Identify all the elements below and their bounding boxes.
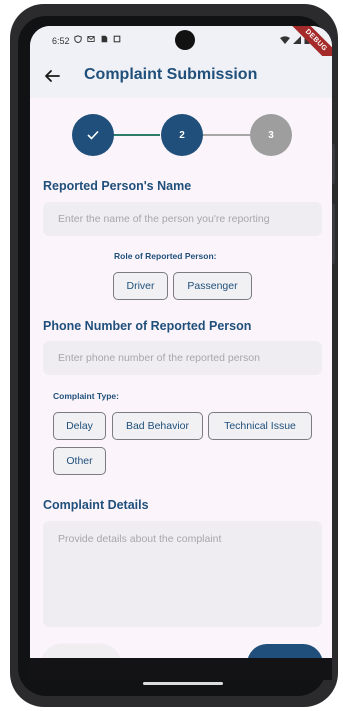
app-screen: 6:52 DEBUG Complaint Submission 2 3 Repo… (30, 26, 332, 673)
progress-stepper: 2 3 (30, 114, 332, 156)
phone-input[interactable]: Enter phone number of the reported perso… (43, 341, 322, 375)
sim-icon (101, 35, 108, 43)
app-bar: Complaint Submission (30, 56, 332, 98)
step-connector-2 (202, 134, 250, 136)
reported-name-label: Reported Person's Name (43, 179, 192, 193)
storage-icon (113, 35, 121, 43)
wifi-icon (280, 35, 290, 44)
step-1-completed (72, 114, 114, 156)
complaint-chip-bad-behavior[interactable]: Bad Behavior (112, 412, 203, 440)
complaint-type-label: Complaint Type: (53, 391, 119, 401)
gmail-icon (87, 36, 95, 42)
role-label: Role of Reported Person: (114, 251, 217, 261)
status-time: 6:52 (52, 36, 70, 46)
navigation-bar (30, 658, 332, 680)
details-textarea[interactable]: Provide details about the complaint (43, 521, 322, 627)
notification-icons (74, 35, 121, 43)
role-chip-driver[interactable]: Driver (113, 272, 168, 300)
signal-icon (293, 35, 301, 44)
step-3-upcoming: 3 (250, 114, 292, 156)
role-chip-passenger[interactable]: Passenger (173, 272, 252, 300)
reported-name-input[interactable]: Enter the name of the person you're repo… (43, 202, 322, 236)
back-arrow-icon[interactable] (43, 67, 61, 85)
front-camera (175, 30, 195, 50)
home-indicator[interactable] (143, 682, 223, 685)
details-label: Complaint Details (43, 498, 149, 512)
complaint-chip-other[interactable]: Other (53, 447, 106, 475)
phone-label: Phone Number of Reported Person (43, 319, 252, 333)
page-title: Complaint Submission (84, 66, 258, 83)
shield-icon (74, 35, 82, 43)
step-connector-1 (112, 134, 160, 136)
status-bar: 6:52 DEBUG (30, 26, 332, 71)
step-2-current: 2 (161, 114, 203, 156)
check-icon (87, 130, 99, 140)
complaint-chip-technical-issue[interactable]: Technical Issue (208, 412, 312, 440)
complaint-chip-delay[interactable]: Delay (53, 412, 106, 440)
